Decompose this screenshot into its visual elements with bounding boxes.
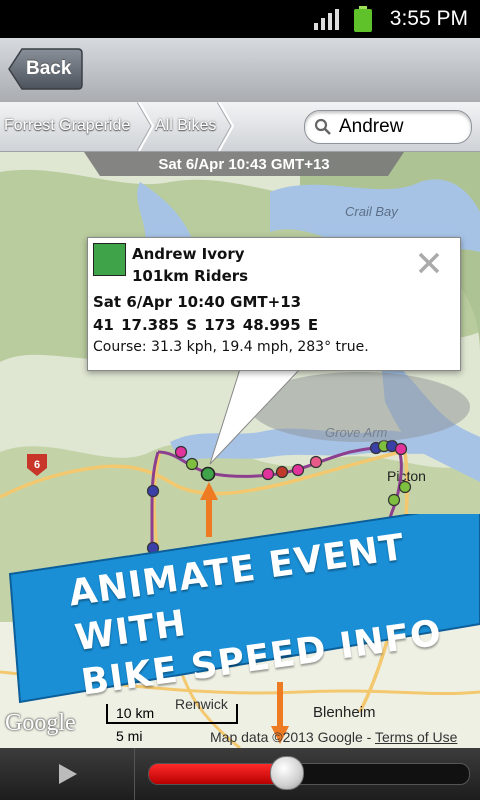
play-button[interactable] [0,748,135,800]
status-time: 3:55 PM [389,7,468,30]
timeline-slider-thumb[interactable] [269,756,304,790]
breadcrumb-separator-icon [137,102,155,151]
breadcrumb-separator-icon [217,102,235,151]
back-button[interactable]: Back [8,47,84,91]
rider-group: 101km Riders [132,267,249,285]
navigation-bar: Back [0,38,480,103]
status-bar: 3:55 PM [0,0,480,38]
rider-position: 41 17.385 S 173 48.995 E [93,316,319,334]
google-logo: Google [5,710,76,736]
timeline-progress [149,764,287,784]
promo-banner: ANIMATE EVENT WITH BIKE SPEED INFO [0,514,480,706]
route-6-label: 6 [34,459,40,471]
map-attribution: Map data ©2013 Google - Terms of Use [210,729,457,745]
breadcrumb-item-event[interactable]: Forrest Graperide [4,117,130,135]
rider-marker[interactable] [309,455,323,469]
attribution-separator: - [362,729,375,745]
rider-course: Course: 31.3 kph, 19.4 mph, 283° true. [93,339,369,355]
rider-info-popup: Andrew Ivory 101km Riders Sat 6/Apr 10:4… [87,237,461,371]
map-timestamp: Sat 6/Apr 10:43 GMT+13 [158,156,330,173]
rider-color-swatch [93,243,126,276]
rider-marker[interactable] [275,465,289,479]
search-field[interactable] [304,110,472,144]
rider-marker[interactable] [398,480,412,494]
map-data-text: Map data ©2013 Google [210,729,363,745]
scale-mi-label: 5 mi [116,728,143,744]
timeline-slider[interactable] [148,763,470,785]
terms-of-use-link[interactable]: Terms of Use [375,729,457,745]
rider-marker-andrew[interactable] [200,466,216,482]
rider-marker[interactable] [291,463,305,477]
rider-marker[interactable] [174,445,188,459]
playback-bar [0,748,480,800]
rider-marker[interactable] [261,467,275,481]
rider-name: Andrew Ivory [132,245,245,263]
back-button-label: Back [26,58,72,79]
breadcrumb: Forrest Graperide All Bikes [0,102,480,152]
place-label-crail-bay: Crail Bay [345,204,399,219]
breadcrumb-item-all-bikes[interactable]: All Bikes [155,117,216,135]
rider-marker[interactable] [185,457,199,471]
search-input[interactable] [337,115,467,139]
signal-strength-icon [314,9,339,30]
rider-timestamp: Sat 6/Apr 10:40 GMT+13 [93,293,302,311]
close-icon[interactable] [416,250,442,276]
battery-icon [354,6,372,32]
rider-marker[interactable] [146,484,160,498]
search-icon [314,118,331,135]
play-icon [59,764,77,784]
map-timestamp-bar: Sat 6/Apr 10:43 GMT+13 [84,152,404,176]
rider-marker[interactable] [394,442,408,456]
rider-marker[interactable] [387,493,401,507]
